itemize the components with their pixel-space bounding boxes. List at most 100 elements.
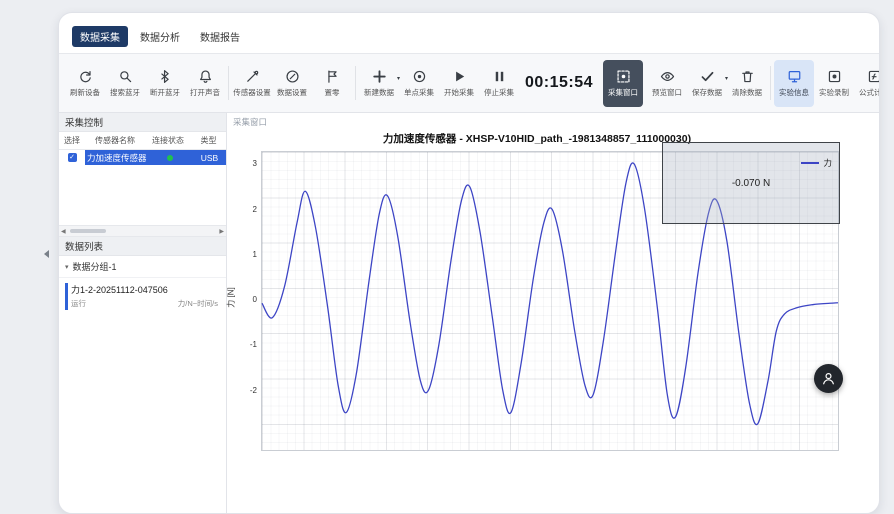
column-header-type: 类型 (191, 135, 226, 146)
toolbar-button-label: 采集窗口 (608, 87, 638, 98)
acquisition-control-header: 采集控制 (59, 113, 226, 132)
status-dot (167, 155, 173, 161)
toolbar-button-label: 清除数据 (732, 87, 762, 98)
data-item-meta: 力/N~时间/s (178, 298, 218, 309)
y-tick-label: 1 (237, 250, 257, 259)
legend-series-label: 力 (823, 157, 832, 169)
toolbar-separator (228, 66, 229, 100)
toolbar-button-label: 保存数据 (692, 87, 722, 98)
toolbar-button-bell[interactable]: 打开声音 (185, 60, 225, 107)
toolbar-button-sensor[interactable]: 传感器设置 (232, 60, 272, 107)
toolbar-button-single[interactable]: 单点采集 (399, 60, 439, 107)
toolbar-button-label: 开始采集 (444, 87, 474, 98)
toolbar-separator (355, 66, 356, 100)
chart-legend: 力 (801, 157, 832, 169)
sensor-checkbox[interactable]: ✓ (68, 153, 77, 162)
left-panel: 采集控制 选择 传感器名称 连接状态 类型 ✓ 力加速度传感器 USB ◀ (59, 113, 227, 513)
toolbar-button-eye[interactable]: 预览窗口 (647, 60, 687, 107)
tab-bar: 数据采集数据分析数据报告 (59, 13, 879, 53)
sensor-checkbox-cell: ✓ (59, 150, 85, 165)
acquisition-timer: 00:15:54 (525, 74, 593, 92)
capture-window-icon (616, 69, 631, 84)
trash-icon (740, 69, 755, 84)
scroll-right-arrow[interactable]: ▶ (217, 228, 226, 235)
tab-1[interactable]: 数据分析 (132, 26, 188, 47)
y-tick-label: -1 (237, 340, 257, 349)
group-expand-caret-icon[interactable]: ▾ (65, 263, 69, 271)
toolbar-button-label: 实验信息 (779, 87, 809, 98)
data-item-status: 运行 (71, 298, 86, 309)
sensor-type: USB (193, 153, 226, 163)
sensor-row-body: 力加速度传感器 USB (85, 150, 226, 165)
y-tick-label: 3 (237, 159, 257, 168)
scrollbar-track[interactable] (68, 228, 218, 234)
disconnect-icon (158, 69, 173, 84)
sensor-name: 力加速度传感器 (85, 152, 147, 164)
search-icon (118, 69, 133, 84)
toolbar-button-label: 实验录制 (819, 87, 849, 98)
play-icon (452, 69, 467, 84)
toolbar-button-data-settings[interactable]: 数据设置 (272, 60, 312, 107)
refresh-icon (78, 69, 93, 84)
column-header-select: 选择 (59, 135, 85, 146)
toolbar-button-disconnect[interactable]: 断开蓝牙 (145, 60, 185, 107)
toolbar-button-play[interactable]: 开始采集 (439, 60, 479, 107)
sidebar-collapse-handle[interactable] (44, 250, 49, 258)
tab-0[interactable]: 数据采集 (72, 26, 128, 47)
toolbar-button-capture-window[interactable]: 采集窗口 (603, 60, 643, 107)
legend-line-swatch (801, 162, 819, 164)
content-area: 采集控制 选择 传感器名称 连接状态 类型 ✓ 力加速度传感器 USB ◀ (59, 113, 879, 513)
sensor-table-header: 选择 传感器名称 连接状态 类型 (59, 132, 226, 150)
tab-2[interactable]: 数据报告 (192, 26, 248, 47)
y-tick-label: -2 (237, 386, 257, 395)
eye-icon (660, 69, 675, 84)
data-list-header: 数据列表 (59, 237, 226, 256)
toolbar-button-refresh[interactable]: 刷新设备 (65, 60, 105, 107)
toolbar-button-label: 置零 (325, 87, 340, 98)
toolbar-button-label: 新建数据 (364, 87, 394, 98)
toolbar-button-check[interactable]: ▾保存数据 (687, 60, 727, 107)
data-settings-icon (285, 69, 300, 84)
data-group-row[interactable]: ▾ 数据分组-1 (59, 256, 226, 278)
toolbar-button-label: 预览窗口 (652, 87, 682, 98)
capture-window-label: 采集窗口 (233, 116, 879, 128)
support-avatar-button[interactable] (814, 364, 843, 393)
toolbar-button-search[interactable]: 搜索蓝牙 (105, 60, 145, 107)
sensor-table-hscrollbar[interactable]: ◀ ▶ (59, 225, 226, 237)
toolbar-button-zero[interactable]: 置零 (312, 60, 352, 107)
toolbar-button-plus[interactable]: ▾新建数据 (359, 60, 399, 107)
toolbar-button-trash[interactable]: 清除数据 (727, 60, 767, 107)
scrollbar-thumb[interactable] (70, 229, 106, 233)
app-window: 数据采集数据分析数据报告 刷新设备搜索蓝牙断开蓝牙打开声音 传感器设置数据设置置零… (58, 12, 880, 514)
data-group-label: 数据分组-1 (73, 260, 117, 273)
toolbar-button-label: 传感器设置 (233, 87, 271, 98)
toolbar-button-exp-record[interactable]: 实验录制 (814, 60, 854, 107)
plot-area[interactable]: -0.070 N 力 (261, 151, 839, 451)
toolbar: 刷新设备搜索蓝牙断开蓝牙打开声音 传感器设置数据设置置零 ▾新建数据单点采集开始采集… (59, 53, 879, 113)
sensor-row[interactable]: ✓ 力加速度传感器 USB (59, 150, 226, 165)
toolbar-button-formula[interactable]: 公式计算 (854, 60, 880, 107)
check-icon (700, 69, 715, 84)
toolbar-button-label: 公式计算 (859, 87, 880, 98)
exp-info-icon (787, 69, 802, 84)
y-tick-label: 2 (237, 205, 257, 214)
zero-icon (325, 69, 340, 84)
selection-annotation-box[interactable]: -0.070 N (662, 142, 840, 224)
toolbar-button-label: 打开声音 (190, 87, 220, 98)
toolbar-separator (770, 66, 771, 100)
toolbar-button-exp-info[interactable]: 实验信息 (774, 60, 814, 107)
y-tick-label: 0 (237, 295, 257, 304)
formula-icon (867, 69, 880, 84)
plot-wrapper: 力 [N] 3210-1-2 -0.070 N 力 (261, 151, 839, 451)
annotation-value: -0.070 N (732, 178, 770, 189)
toolbar-button-label: 停止采集 (484, 87, 514, 98)
data-item-subrow: 运行 力/N~时间/s (71, 298, 218, 309)
scroll-left-arrow[interactable]: ◀ (59, 228, 68, 235)
toolbar-button-pause[interactable]: 停止采集 (479, 60, 519, 107)
sensor-list-empty-space (59, 165, 226, 225)
data-list-item[interactable]: 力1-2-20251112-047506 运行 力/N~时间/s (63, 281, 222, 312)
toolbar-button-label: 刷新设备 (70, 87, 100, 98)
column-header-sensor-name: 传感器名称 (85, 135, 145, 146)
single-icon (412, 69, 427, 84)
toolbar-button-label: 单点采集 (404, 87, 434, 98)
